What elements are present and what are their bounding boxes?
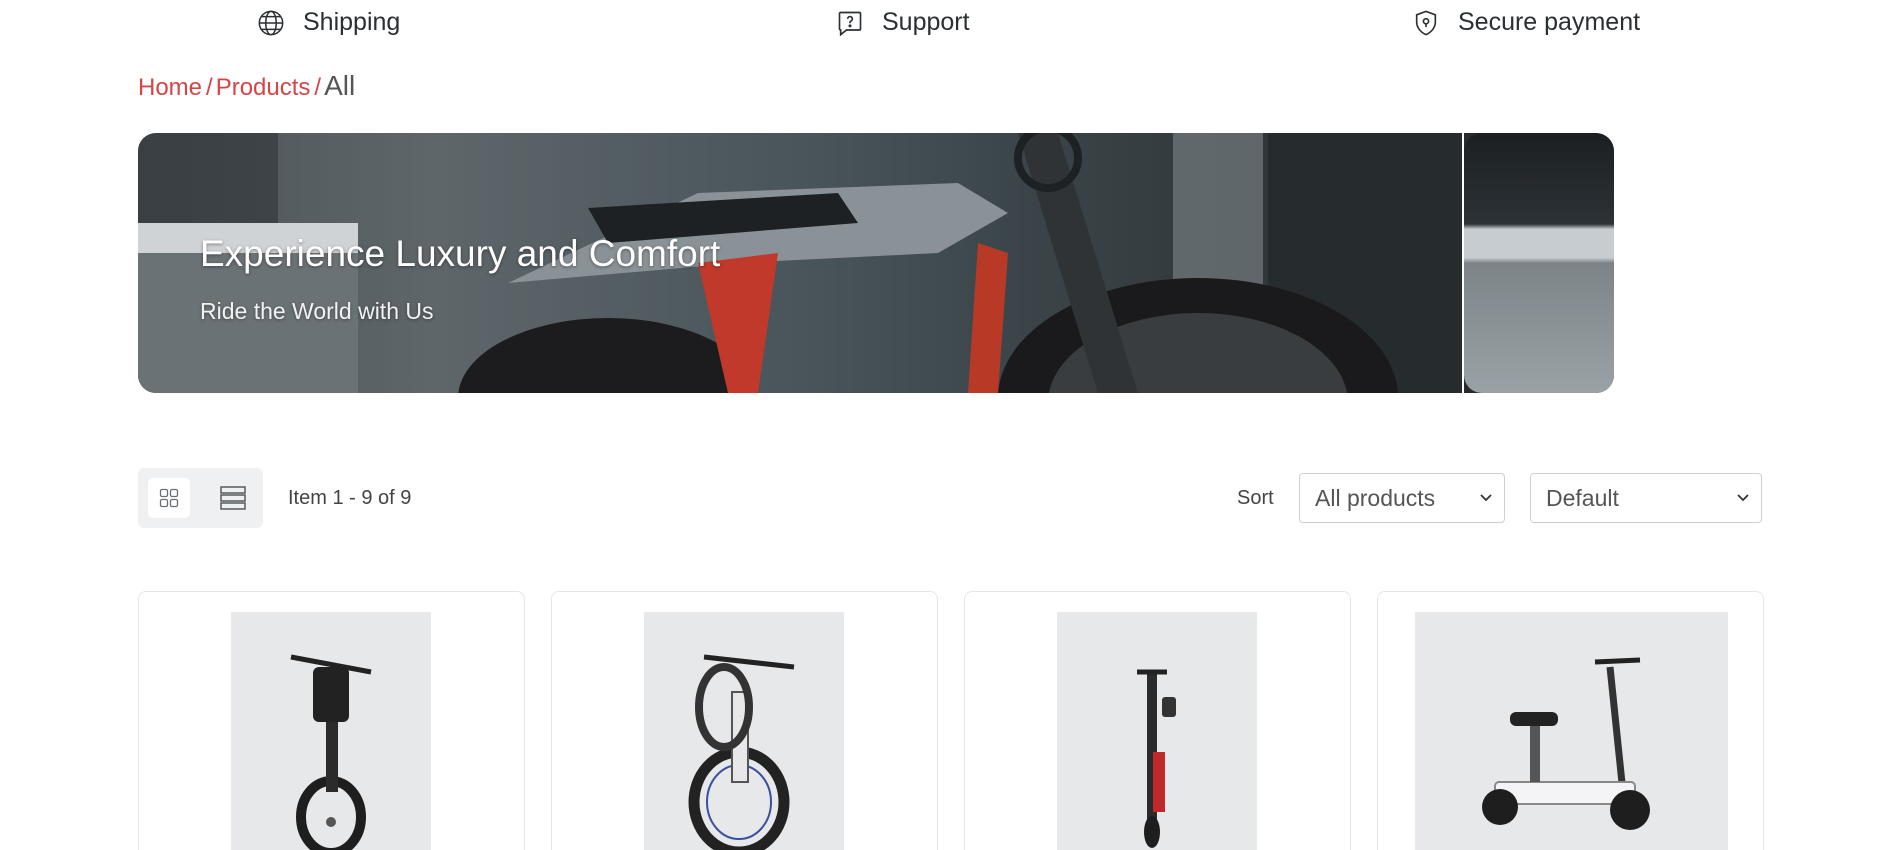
chevron-down-icon (1737, 494, 1749, 502)
globe-icon (258, 10, 284, 35)
product-card[interactable] (138, 591, 525, 850)
product-filter-select[interactable]: All products (1299, 473, 1505, 523)
view-toggle (138, 468, 263, 528)
product-card[interactable] (1377, 591, 1764, 850)
question-bubble-icon (838, 11, 862, 36)
hero-next-slide[interactable] (1464, 133, 1614, 393)
feature-secure-label: Secure payment (1458, 8, 1641, 36)
product-image-scooter (1137, 669, 1176, 848)
scooter-image[interactable] (1057, 612, 1257, 850)
product-card[interactable] (964, 591, 1351, 850)
breadcrumb-separator: / (206, 74, 213, 101)
feature-shipping: Shipping (257, 8, 400, 37)
ebike-image[interactable] (231, 612, 431, 850)
feature-secure-payment: Secure payment (1412, 8, 1640, 37)
product-card[interactable] (551, 591, 938, 850)
hero-title: Experience Luxury and Comfort (200, 233, 721, 274)
shield-icon (1415, 9, 1437, 36)
feature-shipping-label: Shipping (303, 8, 401, 36)
hero-subtitle: Ride the World with Us (200, 298, 434, 324)
hero-banner[interactable]: Experience Luxury and Comfort Ride the W… (138, 133, 1614, 393)
list-view-button[interactable] (212, 478, 254, 518)
ebike-image[interactable] (644, 612, 844, 850)
features-bar: Shipping Support Secure payment (0, 0, 1879, 50)
breadcrumb-separator: / (314, 74, 322, 101)
product-image-ebike-front (290, 654, 372, 850)
seated-scooter-image[interactable] (1415, 612, 1728, 850)
product-grid (138, 591, 1764, 850)
chevron-down-icon (1480, 494, 1492, 502)
breadcrumb: Home / Products / All (138, 70, 355, 102)
list-icon (220, 486, 246, 510)
feature-support: Support (836, 8, 970, 37)
breadcrumb-home[interactable]: Home (138, 74, 202, 102)
grid-icon (159, 488, 179, 508)
breadcrumb-current: All (324, 70, 356, 101)
product-image-seated-scooter (1482, 657, 1650, 830)
item-count: Item 1 - 9 of 9 (288, 487, 412, 509)
sort-order-select[interactable]: Default (1530, 473, 1762, 523)
product-image-ebike-angle (688, 654, 795, 850)
breadcrumb-products[interactable]: Products (216, 74, 311, 102)
sort-label: Sort (1237, 487, 1274, 509)
sort-order-value: Default (1546, 484, 1619, 511)
grid-view-button[interactable] (148, 478, 190, 518)
product-filter-value: All products (1315, 484, 1436, 511)
feature-support-label: Support (882, 8, 970, 36)
